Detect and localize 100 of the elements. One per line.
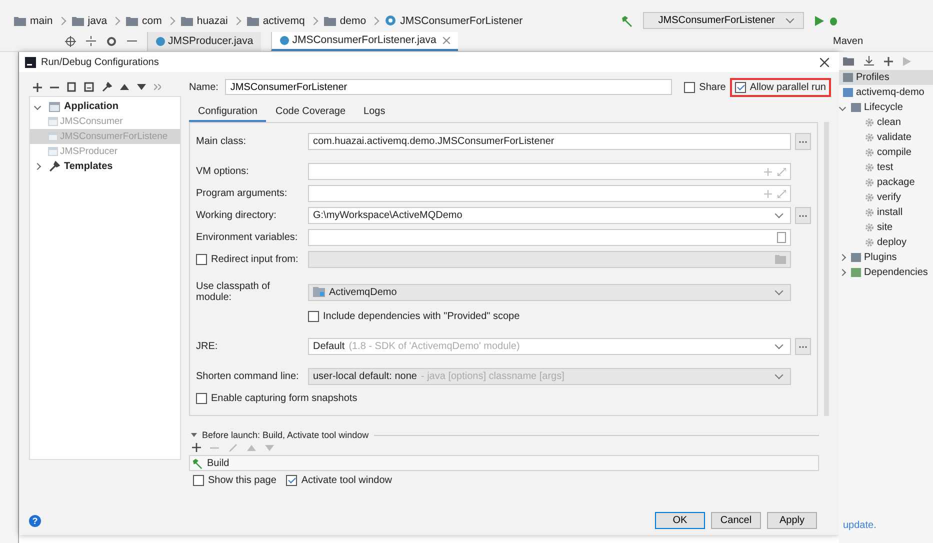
name-field[interactable]: JMSConsumerForListener (225, 79, 672, 95)
field-label: Shorten command line: (196, 371, 300, 382)
field-label: Working directory: (196, 210, 278, 221)
window-icon (49, 102, 60, 112)
tree-item[interactable]: Application (64, 101, 118, 112)
folder-icon (843, 73, 853, 82)
hammer-icon (192, 458, 203, 468)
input-field[interactable] (308, 185, 791, 202)
tree-item[interactable]: Profiles (839, 70, 933, 85)
breadcrumb-item[interactable]: JMSConsumerForListener (400, 14, 523, 26)
field-label: Use classpath of module: (196, 281, 271, 303)
tab[interactable]: Logs (354, 102, 394, 122)
redirect-checkbox[interactable]: Redirect input from: (196, 254, 304, 265)
tree-item[interactable]: package (839, 175, 933, 190)
folder-icon (246, 16, 259, 26)
dialog-button[interactable]: Cancel (711, 512, 761, 529)
link[interactable]: update. (839, 520, 933, 531)
checkbox[interactable]: Enable capturing form snapshots (196, 393, 358, 404)
section-title[interactable]: Before launch: Build, Activate tool window (202, 430, 369, 440)
breadcrumb-item[interactable]: huazai (196, 14, 228, 26)
wrench-icon[interactable] (102, 82, 112, 92)
save-icon[interactable] (84, 82, 94, 92)
input-field[interactable]: user-local default: none - java [options] classname [args] (308, 368, 791, 385)
tree-item[interactable]: compile (839, 145, 933, 160)
tree-item[interactable]: site (839, 220, 933, 235)
window-title: Run/Debug Configurations (41, 56, 159, 68)
checkbox[interactable]: Activate tool window (286, 475, 392, 486)
add-icon[interactable] (33, 82, 42, 92)
input-field[interactable] (308, 163, 791, 180)
folder-icon (324, 16, 336, 26)
tab[interactable]: Configuration (189, 102, 266, 122)
hammer-icon[interactable] (621, 14, 634, 26)
document-icon[interactable] (777, 232, 786, 243)
field-label: Main class: (196, 136, 248, 147)
copy-icon[interactable] (67, 82, 76, 92)
expand-arrow-icon[interactable] (191, 433, 197, 437)
field-label: Name: (189, 82, 220, 92)
folder-icon (14, 16, 26, 26)
share-checkbox[interactable]: Share (684, 82, 726, 92)
app-icon (25, 56, 36, 68)
folder-icon (851, 103, 861, 112)
move-down-icon[interactable] (137, 84, 146, 90)
breadcrumb-item[interactable]: activemq (262, 14, 305, 26)
dialog-button[interactable]: OK (655, 512, 705, 529)
input-field[interactable]: Default (1.8 - SDK of 'ActivemqDemo' module) (308, 338, 791, 355)
parallel-run-checkbox[interactable]: Allow parallel run (732, 80, 829, 94)
download-icon[interactable] (864, 56, 874, 66)
folder-icon (851, 253, 861, 262)
class-icon (385, 15, 396, 26)
editor-tab[interactable]: JMSConsumerForListener.java (271, 32, 458, 50)
run-configuration-dropdown[interactable]: JMSConsumerForListener (643, 12, 804, 29)
tree-item[interactable]: clean (839, 115, 933, 130)
field-label: Program arguments: (196, 188, 288, 199)
folder-icon (180, 16, 193, 26)
move-up-icon[interactable] (120, 84, 129, 90)
tree-item[interactable]: activemq-demo (839, 85, 933, 100)
tree-item[interactable]: test (839, 160, 933, 175)
field-label: VM options: (196, 166, 250, 177)
input-field[interactable] (308, 229, 791, 246)
more-icon[interactable] (154, 84, 161, 90)
run-icon[interactable] (814, 16, 824, 26)
move-up-icon (247, 444, 256, 450)
task-item[interactable]: Build (190, 456, 818, 470)
folder-icon (126, 16, 138, 26)
tree-item[interactable]: install (839, 205, 933, 220)
move-down-icon (265, 444, 274, 450)
collapse-icon[interactable] (86, 36, 96, 46)
add-icon[interactable] (192, 443, 201, 452)
add-icon[interactable] (884, 56, 893, 66)
wrench-icon (49, 161, 60, 172)
panel-title: Maven (833, 36, 864, 46)
help-button[interactable]: ? (29, 515, 41, 527)
target-icon[interactable] (65, 36, 76, 46)
folder-icon (72, 16, 84, 26)
breadcrumb-item[interactable]: com (142, 14, 162, 26)
checkbox[interactable]: Include dependencies with "Provided" scope (308, 311, 520, 322)
checkbox[interactable]: Show this page (193, 475, 276, 486)
tree-item[interactable]: Templates (64, 161, 113, 172)
tree-item[interactable]: deploy (839, 235, 933, 250)
dialog-button[interactable]: Apply (767, 512, 817, 529)
edit-icon (228, 442, 238, 452)
breadcrumb-item[interactable]: java (88, 14, 108, 26)
breadcrumb-item[interactable]: demo (340, 14, 366, 26)
folder-icon (775, 255, 786, 264)
input-field[interactable]: ActivemqDemo (308, 284, 791, 300)
breadcrumb-item[interactable]: main (30, 14, 53, 26)
input-field[interactable] (308, 251, 791, 268)
input-field[interactable]: com.huazai.activemq.demo.JMSConsumerForListener (308, 133, 791, 150)
input-field[interactable]: G:\myWorkspace\ActiveMQDemo (308, 207, 791, 224)
field-label: Environment variables: (196, 232, 299, 243)
tree-item[interactable]: Plugins (839, 250, 933, 265)
editor-tab[interactable]: JMSProducer.java (147, 32, 262, 50)
tree-item[interactable]: validate (839, 130, 933, 145)
tree-item[interactable]: Dependencies (839, 265, 933, 280)
close-icon[interactable] (820, 58, 829, 66)
tree-item[interactable]: verify (839, 190, 933, 205)
field-label: JRE: (196, 341, 219, 352)
tab[interactable]: Code Coverage (266, 102, 355, 122)
folder-icon[interactable] (843, 56, 854, 66)
tree-item[interactable]: Lifecycle (839, 100, 933, 115)
